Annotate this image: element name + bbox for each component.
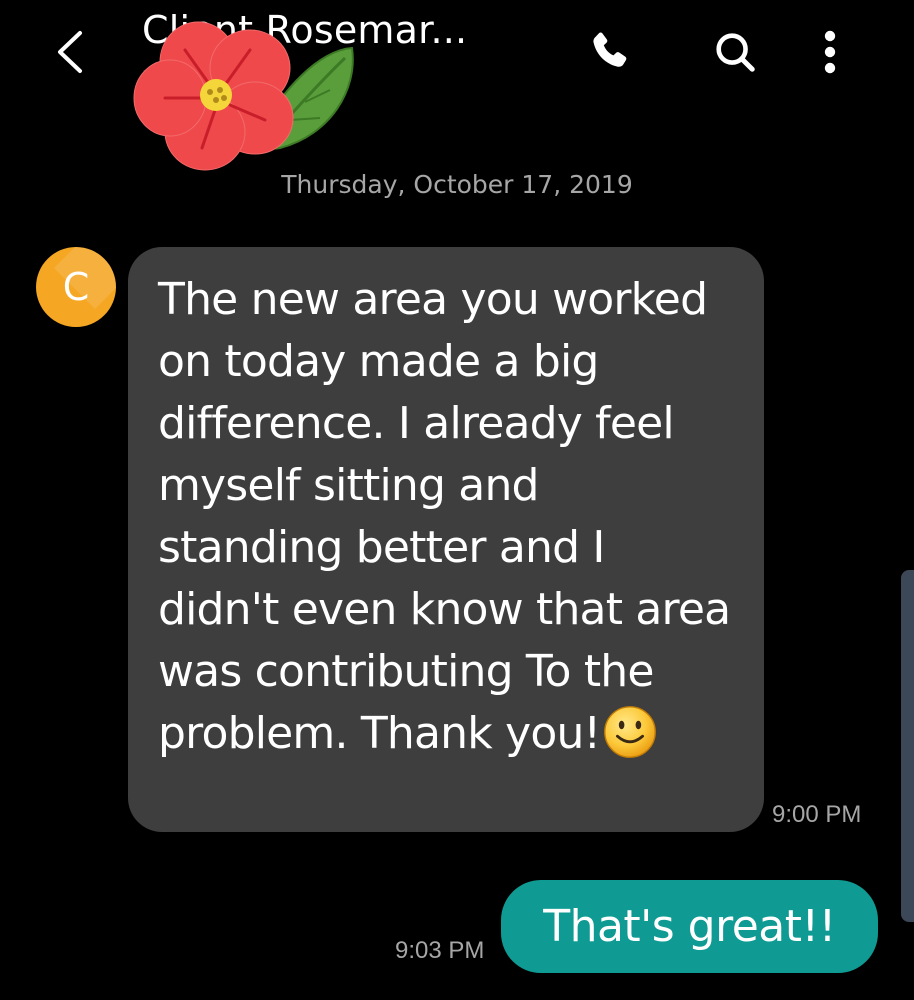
back-button[interactable]: [40, 22, 100, 82]
conversation-header: Client Rosemar... 7: [0, 0, 914, 171]
smiling-face-emoji: [604, 706, 657, 758]
scrollbar[interactable]: [901, 570, 914, 922]
avatar-letter: C: [62, 265, 90, 309]
search-button[interactable]: [705, 22, 765, 82]
message-text: The new area you worked on today made a …: [158, 269, 734, 765]
search-icon: [716, 33, 755, 72]
flower-sticker: [133, 21, 354, 171]
chevron-left-icon: [58, 31, 82, 73]
outgoing-timestamp: 9:03 PM: [395, 937, 485, 964]
more-vertical-icon: [824, 30, 836, 74]
avatar[interactable]: C: [36, 247, 116, 327]
incoming-timestamp: 9:00 PM: [772, 801, 862, 828]
call-button[interactable]: [580, 22, 640, 82]
outgoing-message-text: That's great!!: [543, 901, 836, 952]
phone-icon: [593, 32, 627, 67]
incoming-message-bubble[interactable]: The new area you worked on today made a …: [128, 247, 764, 832]
date-separator: Thursday, October 17, 2019: [281, 170, 633, 199]
outgoing-message-bubble[interactable]: That's great!!: [501, 880, 878, 973]
incoming-message-text: The new area you worked on today made a …: [158, 274, 731, 759]
more-options-button[interactable]: [800, 22, 860, 82]
